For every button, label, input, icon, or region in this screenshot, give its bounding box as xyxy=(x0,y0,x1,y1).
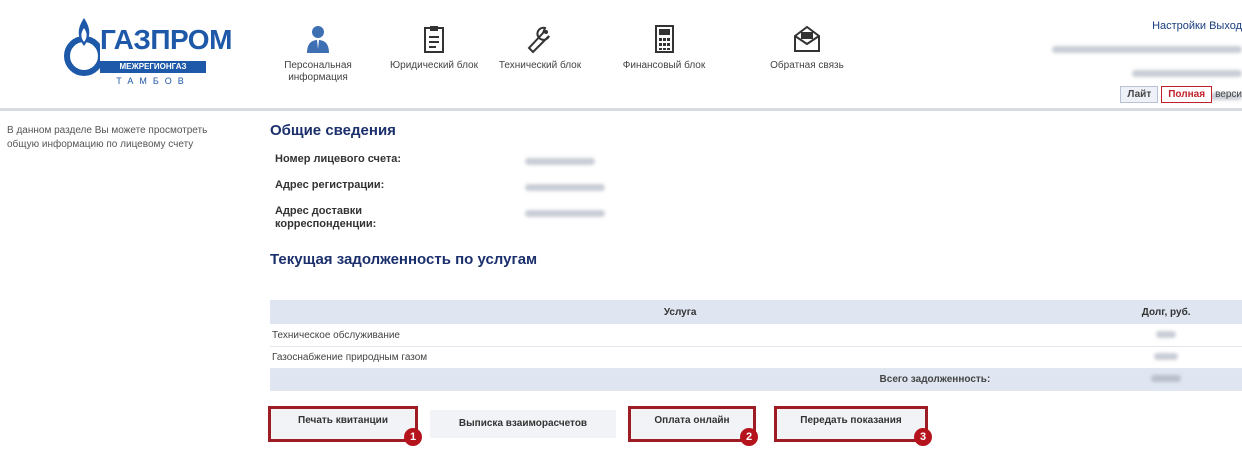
step-badge-2: 2 xyxy=(740,428,758,446)
service-name: Газоснабжение природным газом xyxy=(270,346,1091,369)
person-icon xyxy=(307,26,329,53)
header-divider xyxy=(0,108,1242,111)
clipboard-icon xyxy=(424,26,444,53)
debt-table: Услуга Долг, руб. Техническое обслуживан… xyxy=(270,300,1242,391)
step-badge-1: 1 xyxy=(404,428,422,446)
redacted-total xyxy=(1151,375,1182,382)
gazprom-logo[interactable]: ГАЗПРОМ МЕЖРЕГИОНГАЗ ТАМБОВ xyxy=(62,14,232,90)
nav-technical-block[interactable]: Технический блок xyxy=(490,24,590,72)
version-suffix: верси xyxy=(1215,89,1242,100)
logout-link[interactable]: Выход xyxy=(1209,20,1242,32)
field-label: Адрес регистрации: xyxy=(275,179,385,191)
current-debt-title: Текущая задолженность по услугам xyxy=(270,251,538,268)
column-header-service: Услуга xyxy=(270,300,1091,325)
calculator-icon xyxy=(655,25,674,53)
logo-subline: МЕЖРЕГИОНГАЗ xyxy=(100,61,206,73)
nav-personal-info[interactable]: Персональная информация xyxy=(278,24,358,84)
nav-label: Персональная информация xyxy=(284,60,352,83)
service-name: Техническое обслуживание xyxy=(270,324,1091,347)
delivery-address-row: Адрес доставки корреспонденции: xyxy=(270,205,1242,239)
account-number-row: Номер лицевого счета: xyxy=(270,153,1242,179)
nav-feedback[interactable]: Обратная связь xyxy=(755,24,859,72)
total-row: Всего задолженность: xyxy=(270,368,1242,391)
table-header-row: Услуга Долг, руб. xyxy=(270,300,1242,325)
table-row: Техническое обслуживание xyxy=(270,324,1242,347)
envelope-icon xyxy=(794,25,820,52)
nav-label: Технический блок xyxy=(498,60,582,71)
main-content: Общие сведения Номер лицевого счета: Адр… xyxy=(270,122,1242,391)
print-receipt-button[interactable]: Печать квитанции xyxy=(268,406,418,442)
redacted-value xyxy=(525,210,605,217)
nav-label: Финансовый блок xyxy=(622,60,706,71)
settings-link[interactable]: Настройки xyxy=(1152,20,1206,32)
nav-legal-block[interactable]: Юридический блок xyxy=(382,24,486,72)
table-row: Газоснабжение природным газом xyxy=(270,346,1242,369)
redacted-value xyxy=(525,158,595,165)
flame-icon xyxy=(64,18,100,76)
lite-version-button[interactable]: Лайт xyxy=(1120,86,1159,103)
statement-button[interactable]: Выписка взаиморасчетов xyxy=(430,410,616,438)
total-label: Всего задолженность: xyxy=(270,368,1091,391)
redacted-user-line xyxy=(1132,70,1242,77)
nav-financial-block[interactable]: Финансовый блок xyxy=(610,24,718,72)
pay-online-button[interactable]: Оплата онлайн xyxy=(628,406,756,442)
nav-label: Юридический блок xyxy=(390,60,478,71)
nav-label: Обратная связь xyxy=(770,60,844,71)
step-badge-3: 3 xyxy=(914,428,932,446)
redacted-amount xyxy=(1154,353,1179,360)
full-version-button[interactable]: Полная xyxy=(1161,86,1213,103)
logo-city: ТАМБОВ xyxy=(116,76,190,86)
general-info-title: Общие сведения xyxy=(270,122,396,139)
column-header-debt: Долг, руб. xyxy=(1090,300,1242,325)
redacted-user-name xyxy=(1052,46,1242,53)
field-label: Адрес доставки корреспонденции: xyxy=(275,205,377,230)
section-description: В данном разделе Вы можете просмотреть о… xyxy=(7,125,208,150)
redacted-value xyxy=(525,184,605,191)
top-links: Настройки Выход xyxy=(1042,20,1242,32)
registration-address-row: Адрес регистрации: xyxy=(270,179,1242,205)
submit-readings-button[interactable]: Передать показания xyxy=(774,406,928,442)
field-label: Номер лицевого счета: xyxy=(275,153,402,165)
logo-brand-text: ГАЗПРОМ xyxy=(100,24,232,55)
wrench-icon xyxy=(527,26,550,54)
version-switch: Лайт Полная верси xyxy=(1120,86,1242,103)
redacted-amount xyxy=(1156,331,1177,338)
